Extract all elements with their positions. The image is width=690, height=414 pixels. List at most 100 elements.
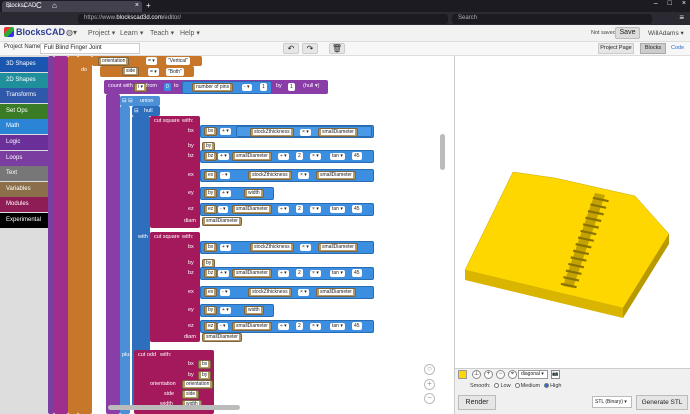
diam-var-1[interactable]: smallDiameter	[202, 217, 242, 226]
fortyfive-2[interactable]: 45	[352, 205, 362, 213]
home-icon[interactable]: ⌂	[52, 1, 57, 10]
minimize-icon[interactable]: –	[654, 0, 658, 7]
user-menu[interactable]: WillAdams ▾	[648, 29, 684, 37]
radio-low[interactable]	[494, 383, 500, 389]
vertical-string[interactable]: "Vertical"	[166, 57, 190, 65]
side-var[interactable]: side	[122, 67, 140, 76]
trash-button[interactable]: 🗑	[329, 43, 345, 54]
two-3[interactable]: 2	[296, 269, 303, 277]
language-globe-icon[interactable]: ◍▾	[66, 28, 77, 37]
tan-op-3[interactable]: tan ▾	[330, 270, 345, 277]
category-text[interactable]: Text	[0, 166, 48, 182]
bx-var-2[interactable]: bx	[204, 243, 218, 252]
hull-toggle-icon[interactable]: ⊟	[134, 108, 139, 114]
url-bar[interactable]: https://www.blockscad3d.com/editor/	[78, 14, 448, 24]
back-icon[interactable]: ←	[6, 1, 14, 10]
category-set-ops[interactable]: Set Ops	[0, 103, 48, 119]
category-transforms[interactable]: Transforms	[0, 88, 48, 104]
small-var-1[interactable]: smallDiameter	[318, 128, 358, 137]
render-viewer[interactable]	[454, 56, 690, 368]
tan-op-2[interactable]: tan ▾	[330, 206, 345, 213]
times-op-7[interactable]: × ▾	[298, 289, 309, 296]
category-2d-shapes[interactable]: 2D Shapes	[0, 72, 48, 88]
reload-icon[interactable]: C	[36, 1, 42, 10]
bx-var-3[interactable]: bx	[198, 360, 212, 369]
fortyfive-3[interactable]: 45	[352, 269, 362, 277]
menu-project[interactable]: Project ▾	[88, 29, 115, 37]
radio-high[interactable]	[544, 383, 550, 389]
div-op-4[interactable]: ÷ ▾	[278, 323, 289, 330]
minus-op-2[interactable]: - ▾	[220, 172, 230, 179]
times-op-5[interactable]: × ▾	[300, 244, 311, 251]
tab-close-icon[interactable]: ×	[135, 2, 139, 9]
browser-menu-icon[interactable]: ≡	[679, 13, 684, 22]
smooth-medium[interactable]: Medium	[514, 383, 540, 389]
small-var-3[interactable]: smallDiameter	[316, 171, 356, 180]
div-op-3[interactable]: ÷ ▾	[278, 270, 289, 277]
ez-var-2[interactable]: ez	[204, 322, 218, 331]
category-variables[interactable]: Variables	[0, 181, 48, 197]
div-op-2[interactable]: ÷ ▾	[278, 206, 289, 213]
num-pins-var[interactable]: number of pins	[192, 83, 234, 92]
both-string[interactable]: "Both"	[166, 68, 184, 76]
div-op-1[interactable]: ÷ ▾	[278, 153, 289, 160]
plus-op-6[interactable]: + ▾	[220, 307, 231, 314]
small-var-4[interactable]: smallDiameter	[232, 205, 272, 214]
viewer-zoom-in-icon[interactable]: +	[484, 370, 493, 379]
from-value[interactable]: 0	[164, 83, 171, 91]
menu-teach[interactable]: Teach ▾	[150, 29, 174, 37]
plus-op-1[interactable]: + ▾	[220, 128, 231, 135]
orientation-var-2[interactable]: orientation	[182, 380, 214, 389]
stock-var-4[interactable]: stockZthickness	[248, 288, 292, 297]
menu-help[interactable]: Help ▾	[180, 29, 200, 37]
render-button[interactable]: Render	[458, 395, 496, 410]
plus-op-4[interactable]: + ▾	[220, 244, 231, 251]
camera-icon[interactable]: 📷	[551, 370, 560, 379]
search-input[interactable]: Search	[452, 14, 652, 24]
maximize-icon[interactable]: □	[668, 0, 672, 7]
diam-var-2[interactable]: smallDiameter	[202, 333, 242, 342]
new-tab-icon[interactable]: +	[146, 1, 151, 10]
plus-op-2[interactable]: + ▾	[218, 153, 229, 160]
by-value[interactable]: 1	[288, 83, 295, 91]
viewer-zoom-out-icon[interactable]: −	[496, 370, 505, 379]
ex-var-2[interactable]: ex	[204, 288, 218, 297]
radio-medium[interactable]	[514, 383, 520, 389]
workspace-reset-icon[interactable]: ○	[424, 364, 435, 375]
logo[interactable]: BlocksCAD	[4, 27, 65, 37]
blocks-workspace[interactable]: orientation = ▾ "Vertical" do if side = …	[48, 56, 454, 414]
ey-var-1[interactable]: by	[204, 189, 218, 198]
times-op-6[interactable]: × ▾	[310, 270, 321, 277]
times-op-4[interactable]: × ▾	[310, 206, 321, 213]
two-4[interactable]: 2	[296, 322, 303, 330]
small-var-5[interactable]: smallDiameter	[318, 243, 358, 252]
bz-var-2[interactable]: bz	[204, 269, 218, 278]
small-var-2[interactable]: smallDiameter	[232, 152, 272, 161]
width-var-1[interactable]: width	[244, 189, 264, 198]
minus-op[interactable]: - ▾	[242, 84, 252, 91]
forward-icon[interactable]: →	[20, 1, 28, 10]
orientation-var[interactable]: orientation	[98, 57, 130, 66]
small-var-6[interactable]: smallDiameter	[232, 269, 272, 278]
union-toggle-icon[interactable]: ⊟ ⊟	[122, 98, 133, 104]
plus-op-5[interactable]: + ▾	[218, 270, 229, 277]
workspace-horizontal-scrollbar[interactable]	[108, 405, 240, 410]
category-3d-shapes[interactable]: 3D Shapes	[0, 57, 48, 72]
stock-var-2[interactable]: stockZthickness	[248, 171, 292, 180]
by-var-3[interactable]: by	[198, 371, 212, 380]
project-name-input[interactable]: Full Blind Finger Joint	[40, 43, 140, 54]
eq-op[interactable]: = ▾	[146, 57, 157, 65]
menu-learn[interactable]: Learn ▾	[120, 29, 143, 37]
axes-icon[interactable]: ⊥	[472, 370, 481, 379]
two-2[interactable]: 2	[296, 205, 303, 213]
viewer-reset-icon[interactable]: ⌖	[508, 370, 517, 379]
export-format-select[interactable]: STL (Binary) ▾	[592, 396, 632, 408]
bz-var-1[interactable]: bz	[204, 152, 218, 161]
times-op-1[interactable]: × ▾	[300, 129, 311, 136]
minus-op-4[interactable]: - ▾	[220, 289, 230, 296]
project-page-button[interactable]: Project Page	[598, 43, 634, 54]
stock-var-1[interactable]: stockZthickness	[250, 128, 294, 137]
category-loops[interactable]: Loops	[0, 150, 48, 166]
category-modules[interactable]: Modules	[0, 197, 48, 213]
bx-var-1[interactable]: bx	[204, 127, 218, 136]
